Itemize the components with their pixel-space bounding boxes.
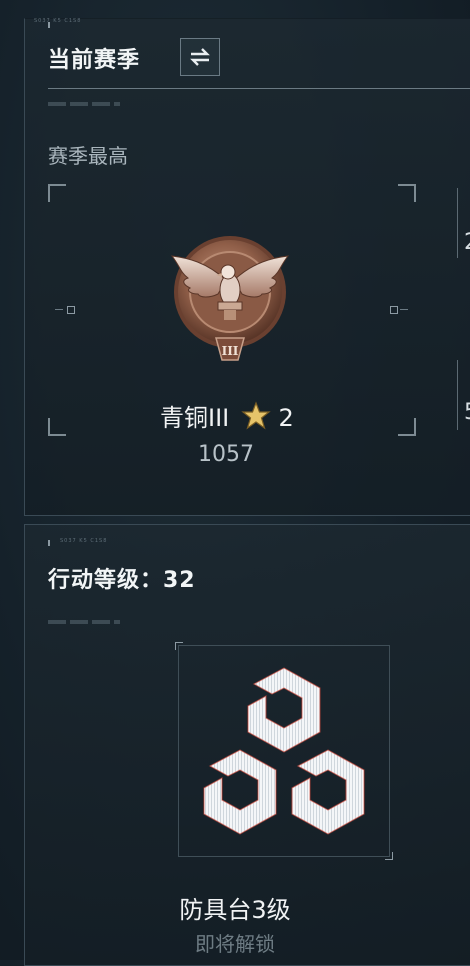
season-header-bars xyxy=(48,102,120,106)
frame-corner-tr xyxy=(398,184,416,202)
right-edge-divider-1 xyxy=(457,188,458,258)
swap-arrows-icon xyxy=(190,48,210,66)
frame-marker-left xyxy=(67,306,75,314)
season-switch-button[interactable] xyxy=(180,38,220,76)
action-header-bars xyxy=(48,620,120,624)
bronze-eagle-badge-icon: III xyxy=(170,236,290,361)
frame-marker-right xyxy=(390,306,398,314)
season-title: 当前赛季 xyxy=(48,48,141,73)
badge-numeral: III xyxy=(222,344,239,358)
rank-name: 青铜III xyxy=(160,404,230,432)
season-header-code: S037 K5 C1S8 xyxy=(34,18,82,24)
reward-status: 即将解锁 xyxy=(195,932,275,956)
action-header-tick xyxy=(48,540,50,546)
right-edge-divider-2 xyxy=(457,360,458,430)
right-partial-value-2: 5 xyxy=(464,400,470,425)
season-best-label: 赛季最高 xyxy=(48,144,128,168)
rank-score: 1057 xyxy=(198,442,254,467)
reward-name: 防具台3级 xyxy=(179,896,291,924)
frame-dash-left xyxy=(55,309,63,310)
star-icon xyxy=(241,401,271,430)
rank-name-row: 青铜III 2 xyxy=(160,398,294,433)
armor-bench-cubes-icon xyxy=(203,667,365,835)
action-level-title: 行动等级：32 xyxy=(48,568,196,593)
frame-dash-right xyxy=(400,309,408,310)
season-header-divider xyxy=(48,88,470,89)
frame-corner-bl xyxy=(48,418,66,436)
rank-stars: 2 xyxy=(278,404,294,432)
reward-frame-corner-tl xyxy=(175,642,183,650)
frame-corner-tl xyxy=(48,184,66,202)
season-header-tick xyxy=(48,22,50,28)
action-header-code: S037 K5 C1S8 xyxy=(60,538,108,544)
reward-frame-corner-br xyxy=(385,852,393,860)
frame-corner-br xyxy=(398,418,416,436)
right-partial-value-1: 2 xyxy=(464,230,470,255)
